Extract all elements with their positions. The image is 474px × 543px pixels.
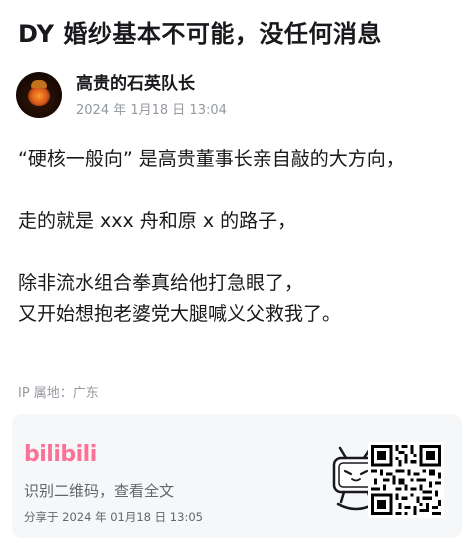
avatar-glow bbox=[28, 86, 50, 106]
qr-code[interactable] bbox=[368, 442, 444, 518]
ip-location: IP 属地：广东 bbox=[18, 386, 99, 401]
paragraph: 走的就是 xxx 舟和原 x 的路子， bbox=[18, 210, 297, 232]
paragraph: 除非流水组合拳真给他打急眼了， bbox=[18, 272, 304, 294]
scan-qr-text: 识别二维码，查看全文 bbox=[24, 482, 175, 500]
paragraph: “硬核一般向” 是高贵董事长亲自敲的大方向， bbox=[18, 148, 405, 170]
share-card: bilibili 识别二维码，查看全文 分享于 2024 年 01月18 日 1… bbox=[12, 414, 462, 538]
paragraph: 又开始想抱老婆党大腿喊义父救我了。 bbox=[18, 303, 342, 325]
author-name[interactable]: 高贵的石英队长 bbox=[76, 73, 227, 95]
author-row[interactable]: 高贵的石英队长 2024 年 1月18 日 13:04 bbox=[16, 72, 227, 118]
post-timestamp: 2024 年 1月18 日 13:04 bbox=[76, 102, 227, 118]
avatar-hat bbox=[31, 80, 47, 88]
author-avatar[interactable] bbox=[16, 72, 62, 118]
author-info: 高贵的石英队长 2024 年 1月18 日 13:04 bbox=[76, 73, 227, 118]
bilibili-logo: bilibili bbox=[24, 442, 97, 467]
share-timestamp: 分享于 2024 年 01月18 日 13:05 bbox=[24, 510, 203, 524]
qr-code-icon bbox=[368, 442, 444, 518]
post-content: “硬核一般向” 是高贵董事长亲自敲的大方向， 走的就是 xxx 舟和原 x 的路… bbox=[18, 144, 458, 330]
post-title: DY 婚纱基本不可能，没任何消息 bbox=[18, 20, 382, 48]
